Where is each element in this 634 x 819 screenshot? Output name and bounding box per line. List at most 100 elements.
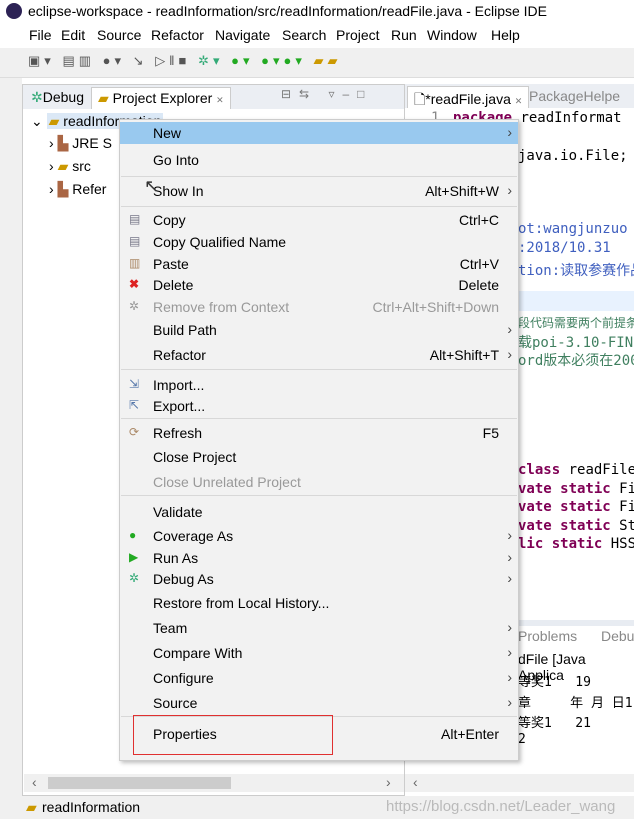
- submenu-arrow-icon: ›: [507, 694, 512, 710]
- title-bar: eclipse-workspace - readInformation/src/…: [0, 0, 634, 24]
- tab-problems[interactable]: Problems: [518, 628, 577, 644]
- menu-window[interactable]: Window: [427, 27, 477, 43]
- expanded-chevron-icon: ⌄: [31, 113, 43, 129]
- menu-item-coverage-as[interactable]: ● Coverage As ›: [120, 525, 518, 547]
- menu-item-export[interactable]: ⇱ Export...: [120, 395, 518, 417]
- menu-item-source[interactable]: Source ›: [120, 692, 518, 714]
- menu-item-label: Delete: [153, 277, 194, 293]
- menu-item-build-path[interactable]: Build Path ›: [120, 319, 518, 341]
- library-icon: ▙: [57, 181, 69, 197]
- console-line: 章 年 月 日1: [518, 696, 633, 711]
- debug-controls-icon[interactable]: ▷‖■: [155, 53, 190, 68]
- menu-item-import[interactable]: ⇲ Import...: [120, 374, 518, 396]
- tab-debug-shell[interactable]: Debu: [601, 628, 634, 644]
- menu-item-run-as[interactable]: ▶ Run As ›: [120, 547, 518, 569]
- code-line[interactable]: vate static Fi: [518, 499, 634, 515]
- scroll-left-icon[interactable]: ‹: [32, 774, 37, 790]
- menu-project[interactable]: Project: [336, 27, 380, 43]
- menu-item-label: Build Path: [153, 322, 217, 338]
- menu-run[interactable]: Run: [391, 27, 417, 43]
- pin-icon[interactable]: ↘: [133, 53, 148, 68]
- menu-file[interactable]: File: [29, 27, 52, 43]
- menu-help[interactable]: Help: [491, 27, 520, 43]
- scroll-left-icon[interactable]: ‹: [413, 774, 418, 790]
- menu-item-label: Restore from Local History...: [153, 595, 330, 611]
- tab-readfile[interactable]: 🗋*readFile.java ✕: [407, 86, 530, 108]
- new-icon[interactable]: ▣▾: [28, 53, 55, 68]
- menu-item-debug-as[interactable]: ✲ Debug As ›: [120, 568, 518, 590]
- code-line[interactable]: 载poi-3.10-FIN: [518, 332, 633, 352]
- code-line[interactable]: java.io.File;: [518, 148, 628, 164]
- coverage-icon[interactable]: ●▾●▾: [261, 53, 306, 68]
- open-type-icon[interactable]: ▰▰: [314, 53, 342, 68]
- run-icon: ▶: [129, 550, 139, 564]
- menu-item-delete[interactable]: ✖ Delete Delete: [120, 274, 518, 296]
- menu-item-label: Refactor: [153, 347, 206, 363]
- menu-item-compare-with[interactable]: Compare With ›: [120, 642, 518, 664]
- menu-item-label: Run As: [153, 550, 199, 566]
- code-line[interactable]: :2018/10.31: [518, 240, 611, 256]
- debug-icon[interactable]: ✲▾: [198, 53, 223, 68]
- tree-item-references[interactable]: › ▙ Refer: [49, 181, 106, 198]
- menu-item-show-in[interactable]: Show In Alt+Shift+W ›: [120, 180, 518, 202]
- menu-item-paste[interactable]: ▥ Paste Ctrl+V: [120, 253, 518, 275]
- separator: [121, 418, 517, 419]
- menu-source[interactable]: Source: [97, 27, 141, 43]
- tree-item-jre[interactable]: › ▙ JRE S: [49, 135, 112, 152]
- close-icon[interactable]: ✕: [216, 95, 224, 105]
- submenu-arrow-icon: ›: [507, 549, 512, 565]
- menu-item-team[interactable]: Team ›: [120, 617, 518, 639]
- run-icon[interactable]: ●▾: [231, 53, 253, 68]
- code-line[interactable]: tion:读取参赛作品: [518, 260, 634, 280]
- view-toolbar-icons[interactable]: ⊟⇆ ▿–□: [281, 87, 372, 101]
- menu-item-label: Copy: [153, 212, 186, 228]
- tab-debug[interactable]: ✲Debug: [25, 87, 90, 109]
- menu-item-copy[interactable]: ▤ Copy Ctrl+C: [120, 209, 518, 231]
- close-icon[interactable]: ✕: [515, 96, 523, 106]
- menu-item-shortcut: Ctrl+C: [458, 212, 499, 228]
- console-scrollbar[interactable]: ‹: [405, 774, 634, 792]
- save-icon[interactable]: ▤▥: [62, 53, 95, 68]
- tab-project-explorer[interactable]: ▰ Project Explorer ✕: [91, 87, 231, 109]
- tab-packagehelper[interactable]: PackageHelpe: [523, 86, 626, 108]
- code-line[interactable]: vate static St: [518, 518, 634, 534]
- submenu-arrow-icon: ›: [507, 570, 512, 586]
- menu-item-validate[interactable]: Validate: [120, 501, 518, 523]
- scroll-right-icon[interactable]: ›: [386, 774, 391, 790]
- menu-item-refresh[interactable]: ⟳ Refresh F5: [120, 422, 518, 444]
- code-line[interactable]: class readFile: [518, 462, 634, 478]
- menu-item-go-into[interactable]: Go Into: [120, 149, 518, 171]
- code-line[interactable]: vate static Fi: [518, 481, 634, 497]
- scroll-thumb[interactable]: [48, 777, 231, 789]
- menu-item-remove-from-context[interactable]: ✲ Remove from Context Ctrl+Alt+Shift+Down: [120, 296, 518, 318]
- menu-bar: File Edit Source Refactor Navigate Searc…: [0, 24, 634, 48]
- menu-search[interactable]: Search: [282, 27, 326, 43]
- menu-item-close-project[interactable]: Close Project: [120, 446, 518, 468]
- menu-item-shortcut: Ctrl+Alt+Shift+Down: [372, 299, 499, 315]
- copy-icon: ▤: [129, 212, 141, 226]
- menu-item-configure[interactable]: Configure ›: [120, 667, 518, 689]
- code-line[interactable]: 段代码需要两个前提条: [518, 314, 634, 331]
- project-icon: ▰: [48, 113, 60, 129]
- horizontal-scrollbar[interactable]: ‹ ›: [24, 774, 404, 792]
- export-icon: ⇱: [129, 398, 140, 412]
- menu-navigate[interactable]: Navigate: [215, 27, 270, 43]
- menu-item-copy-qualified-name[interactable]: ▤ Copy Qualified Name: [120, 231, 518, 253]
- user-icon[interactable]: ●▾: [103, 53, 125, 68]
- code-line[interactable]: lic static HSS: [518, 536, 634, 552]
- menu-item-restore-local-history[interactable]: Restore from Local History...: [120, 592, 518, 614]
- code-line[interactable]: ot:wangjunzuo: [518, 221, 628, 237]
- tree-item-src[interactable]: › ▰ src: [49, 158, 91, 175]
- menu-item-shortcut: Delete: [458, 277, 499, 293]
- menu-item-shortcut: F5: [482, 425, 499, 441]
- code-line[interactable]: ord版本必须在2007: [518, 350, 634, 370]
- menu-item-close-unrelated-project[interactable]: Close Unrelated Project: [120, 471, 518, 493]
- remove-context-icon: ✲: [129, 299, 140, 313]
- menu-item-shortcut: Alt+Enter: [441, 726, 499, 742]
- menu-item-new[interactable]: New ›: [120, 122, 518, 144]
- collapsed-chevron-icon: ›: [49, 135, 54, 151]
- menu-refactor[interactable]: Refactor: [151, 27, 204, 43]
- menu-edit[interactable]: Edit: [61, 27, 85, 43]
- menu-item-shortcut: Ctrl+V: [459, 256, 499, 272]
- menu-item-refactor[interactable]: Refactor Alt+Shift+T ›: [120, 344, 518, 366]
